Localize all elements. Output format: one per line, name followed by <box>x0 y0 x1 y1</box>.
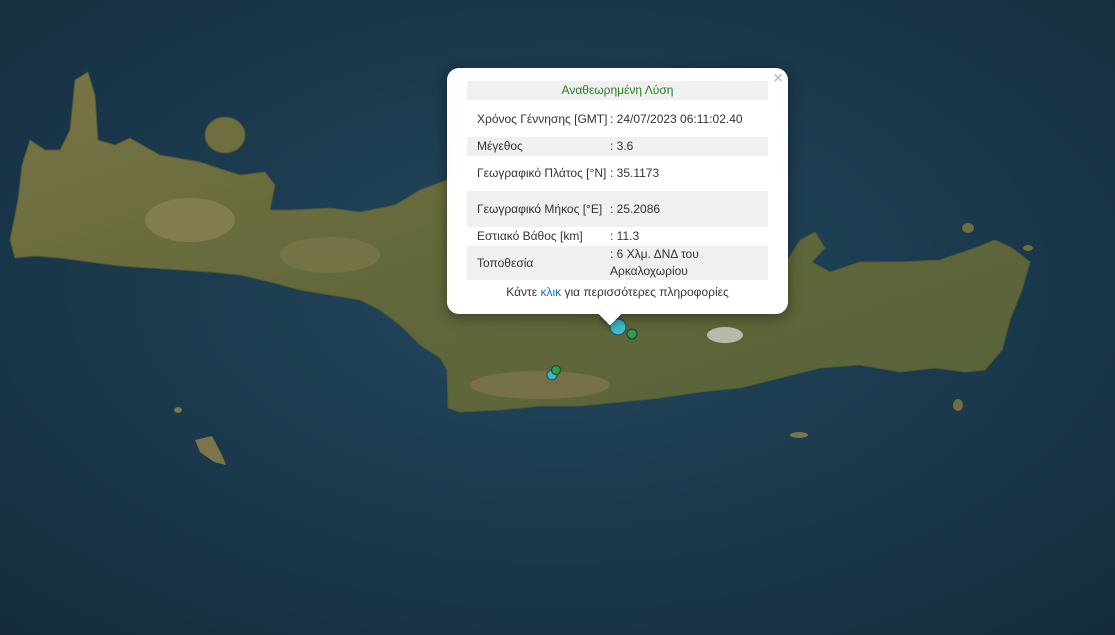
table-row: Γεωγραφικό Μήκος [°E] : 25.2086 <box>467 191 768 227</box>
footer-text-after: για περισσότερες πληροφορίες <box>561 285 729 299</box>
epicenter-marker[interactable] <box>550 364 562 376</box>
table-row: Μέγεθος : 3.6 <box>467 137 768 156</box>
island <box>962 223 974 233</box>
island <box>1023 245 1033 251</box>
table-row: Χρόνος Γέννησης [GMT] : 24/07/2023 06:11… <box>467 101 768 137</box>
island <box>953 399 963 411</box>
table-row: Τοποθεσία : 6 Χλμ. ΔΝΔ του Αρκαλοχωρίου <box>467 246 768 280</box>
magnitude-label: Μέγεθος <box>467 137 610 156</box>
epicenter-marker[interactable] <box>626 328 638 340</box>
table-row: Εστιακό Βάθος [km] : 11.3 <box>467 227 768 246</box>
mountain-area <box>145 198 235 242</box>
table-row: Γεωγραφικό Πλάτος [°N] : 35.1173 <box>467 156 768 191</box>
island <box>790 432 808 438</box>
origin-time-label: Χρόνος Γέννησης [GMT] <box>477 111 608 126</box>
popup-content: Αναθεωρημένη Λύση Χρόνος Γέννησης [GMT] … <box>467 81 768 300</box>
footer-text-before: Κάντε <box>506 285 541 299</box>
depth-label: Εστιακό Βάθος [km] <box>477 229 583 243</box>
magnitude-value: : 3.6 <box>610 137 768 156</box>
mountain-area <box>280 237 380 273</box>
location-label: Τοποθεσία <box>467 246 610 280</box>
location-value: : 6 Χλμ. ΔΝΔ του Αρκαλοχωρίου <box>610 246 768 280</box>
earthquake-info-table: Χρόνος Γέννησης [GMT] : 24/07/2023 06:11… <box>467 101 768 280</box>
more-info-link[interactable]: κλικ <box>540 285 561 299</box>
depth-value: : 11.3 <box>610 229 640 243</box>
popup-header: Αναθεωρημένη Λύση <box>467 81 768 100</box>
longitude-label: Γεωγραφικό Μήκος [°E] <box>467 191 610 227</box>
origin-time-value: : 24/07/2023 06:11:02.40 <box>610 111 743 126</box>
island <box>204 116 246 154</box>
latitude-label: Γεωγραφικό Πλάτος [°N] <box>477 166 607 180</box>
snow-peak <box>707 327 743 343</box>
close-icon[interactable]: × <box>770 70 786 88</box>
island <box>174 407 182 413</box>
plain-area <box>470 371 610 399</box>
latitude-value: : 35.1173 <box>610 166 660 180</box>
longitude-value: : 25.2086 <box>610 191 768 227</box>
popup-footer: Κάντε κλικ για περισσότερες πληροφορίες <box>467 285 768 300</box>
